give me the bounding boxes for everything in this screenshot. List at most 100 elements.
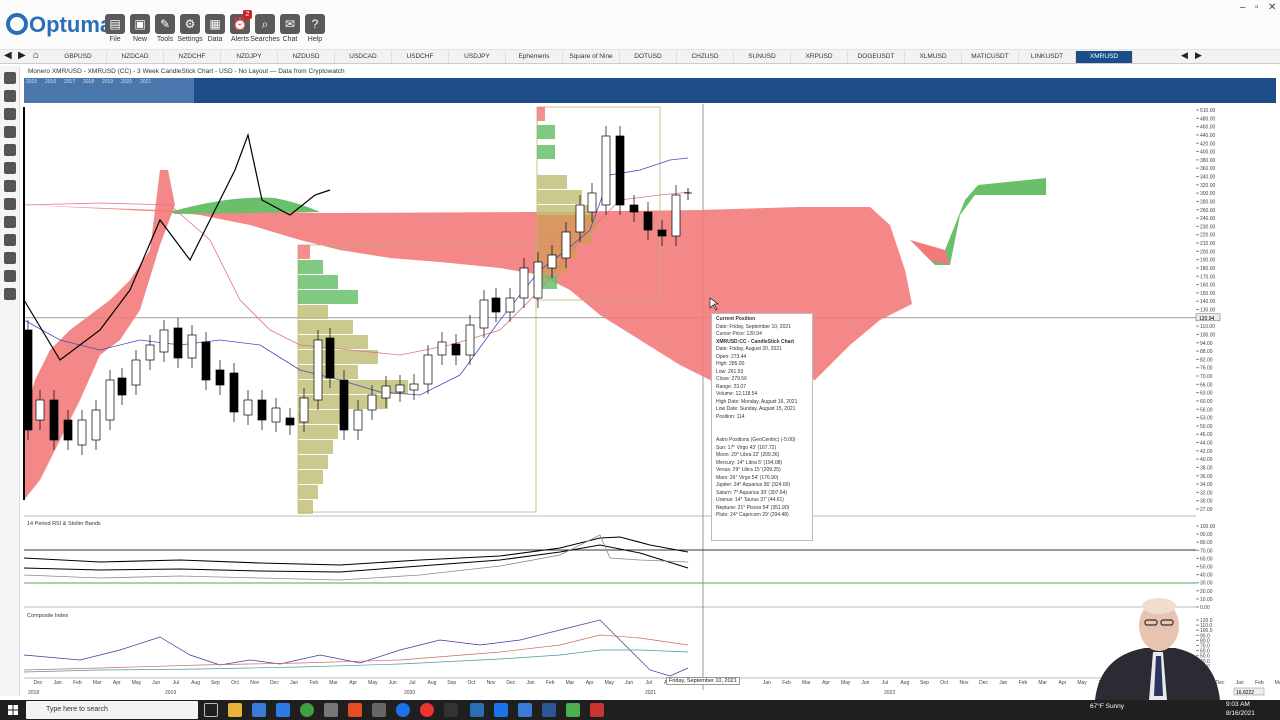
x-axis-month-label: Mar (329, 680, 338, 686)
tooltip-cursor-price: Cursor Price: 120.94 (716, 331, 762, 337)
volume-profile-bar (298, 290, 358, 304)
candle-bull (381, 385, 391, 399)
candle-bear (173, 327, 183, 359)
tooltip-astro-line: Moon: 29° Libra 22' (209.36) (716, 452, 780, 458)
candle-bear (63, 419, 73, 441)
x-axis-year-label: 2021 (645, 690, 656, 696)
price-axis-label: 480.00 (1200, 116, 1216, 122)
clock-date[interactable]: 8/16/2021 (1226, 710, 1255, 717)
store-icon[interactable] (252, 703, 266, 717)
x-axis-month-label: Sep (920, 680, 929, 686)
x-axis-month-label: Jul (173, 680, 179, 686)
volume-profile-bar (537, 125, 555, 139)
price-axis-label: 44.00 (1200, 441, 1213, 447)
x-axis-month-label: Dec (506, 680, 515, 686)
clock-time[interactable]: 9:03 AM (1226, 701, 1250, 708)
tooltip-line: Date: Friday, August 20, 2021 (716, 346, 782, 352)
chrome-icon[interactable] (420, 703, 434, 717)
price-axis-label: 66.00 (1200, 382, 1213, 388)
candle-bull (313, 339, 323, 401)
tooltip-astro-line: Sun: 17° Virgo 43' (167.72) (716, 444, 777, 451)
x-axis-month-label: Feb (73, 680, 82, 686)
taskbar-search-input[interactable]: Type here to search (26, 701, 198, 719)
price-axis-label: 76.00 (1200, 366, 1213, 372)
x-axis-month-label: Feb (309, 680, 318, 686)
skype-icon[interactable] (518, 703, 532, 717)
candle-bear (643, 211, 653, 231)
price-axis-label: 170.00 (1200, 274, 1216, 280)
composite-panel-title: Composite Index (27, 613, 69, 619)
price-axis-label: 280.00 (1200, 199, 1216, 205)
tooltip-astro-line: Venus: 29° Libra 15' (209.25) (716, 467, 781, 473)
candle-bull (395, 384, 405, 393)
mail-icon[interactable] (276, 703, 290, 717)
tooltip-astro-line: Saturn: 7° Aquarius 39' (307.64) (716, 489, 788, 496)
volume-profile-bar (298, 455, 328, 469)
x-axis-month-label: Apr (1059, 680, 1067, 686)
price-axis-label: 210.00 (1200, 241, 1216, 247)
tooltip-title: Current Position (716, 316, 756, 322)
rsi-axis-label: 100.00 (1200, 524, 1216, 530)
price-axis-label: 510.00 (1200, 108, 1216, 114)
candle-bear (339, 379, 349, 431)
candle-bull (505, 297, 515, 313)
task-view-icon[interactable] (204, 703, 218, 717)
price-axis-label: 150.00 (1200, 291, 1216, 297)
x-axis-year-label: 2022 (884, 690, 895, 696)
x-axis-month-label: Dec (270, 680, 279, 686)
candle-bear (629, 204, 639, 213)
edge-icon[interactable] (396, 703, 410, 717)
chrome-2-icon[interactable] (494, 703, 508, 717)
x-axis-year-label: 2018 (28, 690, 39, 696)
x-axis-month-label: Jun (861, 680, 869, 686)
word-icon[interactable] (542, 703, 556, 717)
browser-icon[interactable] (300, 703, 314, 717)
recorder-icon[interactable] (590, 703, 604, 717)
tooltip-line: Close: 279.56 (716, 376, 747, 382)
price-axis-label: 30.00 (1200, 499, 1213, 505)
camtasia-icon[interactable] (566, 703, 580, 717)
weather-status[interactable]: 67°F Sunny (1090, 703, 1124, 710)
brave-icon[interactable] (348, 703, 362, 717)
price-axis-label: 38.00 (1200, 465, 1213, 471)
candle-bull (479, 299, 489, 329)
price-axis-label: 94.00 (1200, 341, 1213, 347)
x-axis-month-label: Nov (959, 680, 968, 686)
file-explorer-icon[interactable] (228, 703, 242, 717)
x-axis-month-label: Aug (900, 680, 909, 686)
price-axis-label: 42.00 (1200, 449, 1213, 455)
x-axis-month-label: Apr (586, 680, 594, 686)
x-axis-month-label: Sep (211, 680, 220, 686)
volume-profile-bar (537, 215, 597, 229)
price-axis-label: 63.00 (1200, 391, 1213, 397)
app-icon-1[interactable] (324, 703, 338, 717)
tooltip-astro-line: Pluto: 24° Capricorn 29' (294.48) (716, 512, 789, 518)
rsi-stoller-band (23, 544, 689, 573)
price-axis-label: 240.00 (1200, 216, 1216, 222)
cursor-info-tooltip: Current Position Date: Friday, September… (711, 313, 813, 541)
x-axis-month-label: May (841, 680, 851, 686)
x-axis-month-label: Mar (93, 680, 102, 686)
candle-bull (105, 379, 115, 421)
optuma-taskbar-icon[interactable] (470, 703, 484, 717)
windows-start-icon[interactable] (8, 705, 18, 715)
price-axis-label: 50.00 (1200, 424, 1213, 430)
price-axis-label: 400.00 (1200, 150, 1216, 156)
x-axis-month-label: Jul (409, 680, 415, 686)
x-axis-month-label: Mar (802, 680, 811, 686)
price-axis-label: 40.00 (1200, 457, 1213, 463)
price-axis-label: 190.00 (1200, 258, 1216, 264)
x-axis-month-label: Aug (191, 680, 200, 686)
price-axis-label: 440.00 (1200, 133, 1216, 139)
price-axis-label: 27.00 (1200, 507, 1213, 513)
candle-bull (131, 359, 141, 386)
rsi-axis-label: 70.00 (1200, 548, 1213, 554)
x-axis-month-label: Jul (645, 680, 651, 686)
tooltip-line: Range: 23.07 (716, 383, 747, 390)
terminal-icon[interactable] (444, 703, 458, 717)
volume-profile-bar (537, 145, 555, 159)
rsi-stoller-band-2 (23, 534, 689, 581)
candle-bear (23, 329, 33, 431)
calculator-icon[interactable] (372, 703, 386, 717)
x-axis-month-label: Oct (940, 680, 948, 686)
